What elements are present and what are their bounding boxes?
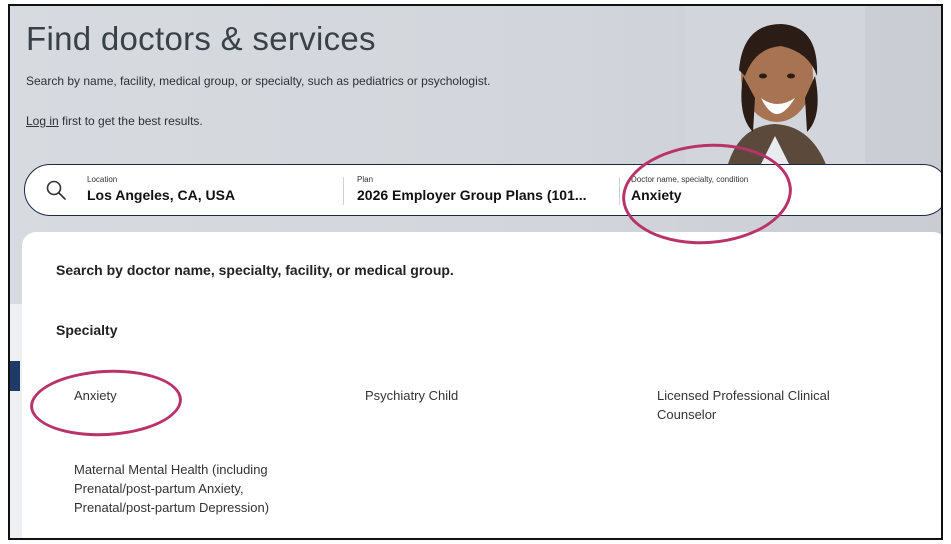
plan-label: Plan <box>357 175 374 184</box>
navy-accent-bar <box>10 361 20 391</box>
location-value: Los Angeles, CA, USA <box>87 187 236 203</box>
specialty-option-psychiatry-child[interactable]: Psychiatry Child <box>365 386 458 405</box>
login-prompt-text: first to get the best results. <box>58 114 203 128</box>
login-link[interactable]: Log in <box>26 114 59 128</box>
plan-field[interactable]: Plan 2026 Employer Group Plans (101... <box>357 175 587 203</box>
search-bar: Location Los Angeles, CA, USA Plan 2026 … <box>24 164 941 216</box>
login-prompt: Log in first to get the best results. <box>26 114 203 128</box>
search-icon[interactable] <box>45 179 67 201</box>
specialty-section-title: Specialty <box>56 322 118 338</box>
specialty-option-maternal-mental-health[interactable]: Maternal Mental Health (including Prenat… <box>74 460 314 517</box>
location-field[interactable]: Location Los Angeles, CA, USA <box>87 175 235 203</box>
specialty-option-clinical-counselor[interactable]: Licensed Professional Clinical Counselor <box>657 386 867 424</box>
field-divider <box>619 177 620 205</box>
screenshot-frame: Find doctors & services Search by name, … <box>8 4 943 540</box>
hero-description: Search by name, facility, medical group,… <box>26 74 491 88</box>
page-title: Find doctors & services <box>26 20 376 57</box>
field-divider <box>343 177 344 205</box>
location-label: Location <box>87 175 118 184</box>
plan-value: 2026 Employer Group Plans (101... <box>357 187 587 203</box>
dropdown-hint: Search by doctor name, specialty, facili… <box>56 262 454 278</box>
